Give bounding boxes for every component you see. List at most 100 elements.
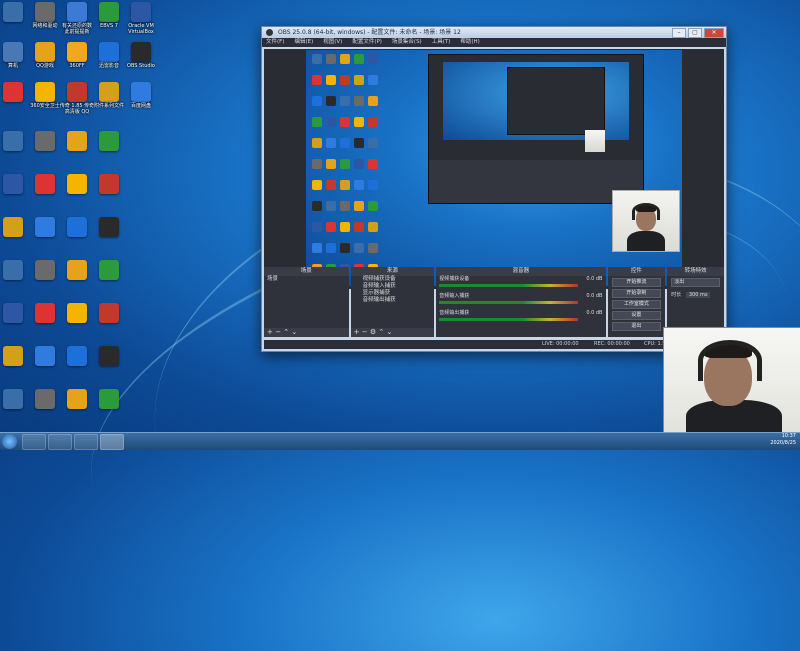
start-streaming-button[interactable]: 开始推流 [611,278,662,287]
app-icon [67,42,87,62]
add-source-button[interactable]: + [354,328,360,336]
mixer-channel: 音频输出捕获 0.0 dB [436,310,605,327]
app-icon [35,2,55,22]
app-icon [35,131,55,151]
desktop-icon[interactable]: Oracle VM VirtualBox [122,2,160,35]
menu-profile[interactable]: 配置文件(P) [352,38,382,47]
mixer-channel-db: 0.0 dB [586,276,603,282]
remove-source-button[interactable]: − [362,328,368,336]
volume-meter[interactable] [439,318,578,321]
transition-duration-row: 时长 300 ms [667,289,724,300]
preview-desktop-icon [326,75,336,85]
preview-desktop-icon [340,222,350,232]
scene-item[interactable]: 场景 [264,276,349,283]
preview-desktop-icon [354,54,364,64]
system-tray-clock[interactable]: 10:37 2020/8/25 [770,433,796,447]
mixer-channel-db: 0.0 dB [586,310,603,316]
remove-scene-button[interactable]: − [275,328,281,336]
desktop-icon[interactable] [90,346,128,367]
app-icon [99,2,119,22]
preview-desktop-icon [340,159,350,169]
desktop-icon-label: Oracle VM VirtualBox [128,23,154,35]
source-item[interactable]: 视频捕获设备 [351,276,435,283]
desktop-icon[interactable] [90,131,128,152]
sources-dock-title: 来源 [350,267,435,276]
taskbar-app-button[interactable] [48,434,72,450]
app-icon [35,389,55,409]
menu-help[interactable]: 帮助(H) [460,38,479,47]
app-icon [131,82,151,102]
preview-desktop-icon [354,159,364,169]
app-icon [67,389,87,409]
desktop-icon[interactable] [90,389,128,410]
app-icon [67,260,87,280]
preview-desktop-icon [312,180,322,190]
nested-obs-preview [428,54,644,204]
desktop-icon-label: 百度网盘 [130,103,151,109]
studio-mode-button[interactable]: 工作室模式 [611,300,662,309]
gear-icon[interactable]: ⚙ [370,328,376,336]
desktop-icon[interactable] [90,217,128,238]
desktop-icon[interactable] [90,174,128,195]
obs-preview[interactable] [264,49,724,289]
exit-button[interactable]: 退出 [611,322,662,331]
sources-dock: 来源 视频捕获设备 音频输入捕获 显示器捕获 音频输出捕获 + − ⚙ ⌃ ⌄ [350,267,435,337]
preview-desktop-icon [368,138,378,148]
controls-dock-title: 控件 [607,267,666,276]
mixer-channel-name: 视频捕获设备 [439,276,470,282]
preview-desktop-icon [326,201,336,211]
desktop-icon-label: OBS Studio [127,63,155,69]
app-icon [3,260,23,280]
desktop-icon[interactable] [90,303,128,324]
source-item[interactable]: 显示器捕获 [351,290,435,297]
preview-desktop-icon [312,222,322,232]
webcam-overlay[interactable] [663,327,800,435]
preview-desktop-icon [312,96,322,106]
taskbar-obs-button[interactable] [100,434,124,450]
maximize-button[interactable]: ▢ [688,28,702,38]
menu-tools[interactable]: 工具(T) [432,38,451,47]
source-down-button[interactable]: ⌄ [386,328,392,336]
close-button[interactable]: ✕ [704,28,724,38]
desktop-icon[interactable] [90,260,128,281]
start-button[interactable] [2,434,17,449]
preview-desktop-icon [354,201,364,211]
preview-desktop-icon [368,96,378,106]
menu-scene-collection[interactable]: 场景集合(S) [392,38,422,47]
minimize-button[interactable]: – [672,28,686,38]
app-icon [99,389,119,409]
obs-titlebar[interactable]: OBS 25.0.8 (64-bit, windows) - 配置文件: 未命名… [262,27,726,38]
duration-input[interactable]: 300 ms [685,292,711,298]
app-icon [99,303,119,323]
volume-meter[interactable] [439,301,578,304]
taskbar-app-button[interactable] [74,434,98,450]
source-item[interactable]: 音频输出捕获 [351,297,435,304]
preview-desktop-icon [326,54,336,64]
preview-desktop-icon [354,138,364,148]
scenes-dock: 场景 场景 + − ⌃ ⌄ [264,267,349,337]
transition-select[interactable]: 淡出 [671,278,720,287]
source-item[interactable]: 音频输入捕获 [351,283,435,290]
obs-menubar: 文件(F) 编辑(E) 视图(V) 配置文件(P) 场景集合(S) 工具(T) … [262,38,726,47]
settings-button[interactable]: 设置 [611,311,662,320]
transitions-dock-title: 转场特效 [667,267,724,276]
scene-up-button[interactable]: ⌃ [283,328,289,336]
menu-view[interactable]: 视图(V) [323,38,342,47]
add-scene-button[interactable]: + [267,328,273,336]
menu-file[interactable]: 文件(F) [266,38,284,47]
preview-desktop-icon [368,54,378,64]
app-icon [131,2,151,22]
source-up-button[interactable]: ⌃ [378,328,384,336]
preview-desktop-icon [354,75,364,85]
scene-down-button[interactable]: ⌄ [291,328,297,336]
obs-window: OBS 25.0.8 (64-bit, windows) - 配置文件: 未命名… [261,26,727,352]
app-icon [67,174,87,194]
desktop-icon[interactable]: OBS Studio [122,42,160,69]
volume-meter[interactable] [439,284,578,287]
taskbar-app-button[interactable] [22,434,46,450]
mixer-channel: 视频捕获设备 0.0 dB [436,276,605,293]
start-recording-button[interactable]: 开始录制 [611,289,662,298]
menu-edit[interactable]: 编辑(E) [294,38,313,47]
duration-label: 时长 [671,292,682,298]
desktop-icon[interactable]: 百度网盘 [122,82,160,109]
